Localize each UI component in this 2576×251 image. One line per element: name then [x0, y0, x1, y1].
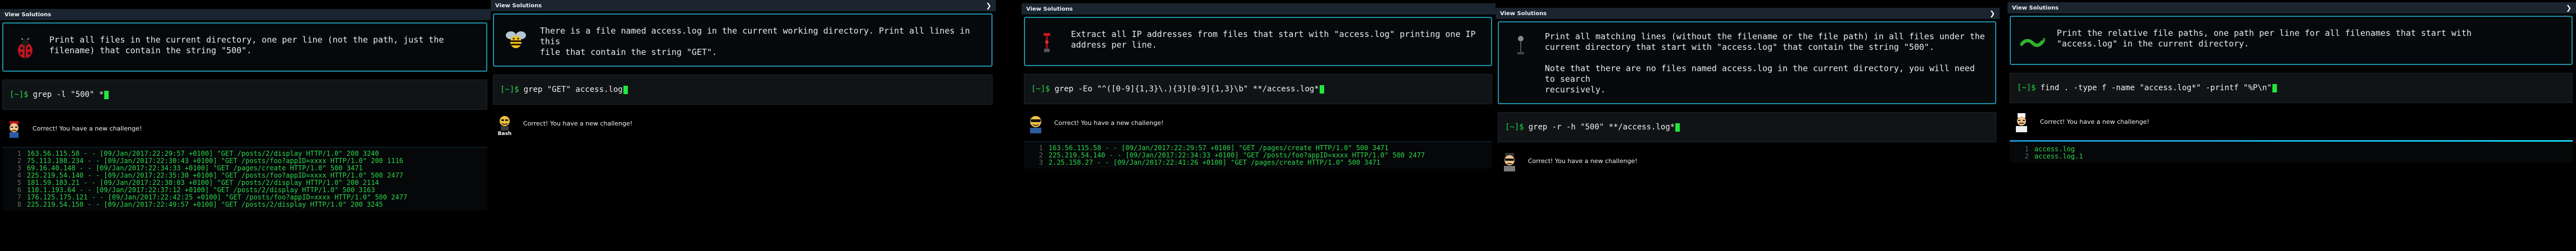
- output-terminal: 1 163.56.115.58 - - [09/Jan/2017:22:29:57…: [1024, 141, 1492, 169]
- feedback-message: Correct! You have a new challenge!: [523, 120, 633, 127]
- task-description: Print all files in the current directory…: [49, 35, 444, 55]
- feedback-row: Correct! You have a new challenge!: [1026, 114, 1496, 137]
- task-card: There is a file named access.log in the …: [493, 13, 993, 67]
- task-description: Print the relative file paths, one path …: [2057, 28, 2472, 49]
- command-input[interactable]: [~]$ grep -Eo "^([0-9]{1,3}\.){3}[0-9]{1…: [1024, 74, 1492, 104]
- challenge-panel-3: View Solutions Extract all IP addresses …: [1022, 3, 1496, 251]
- task-card: Extract all IP addresses from files that…: [1024, 17, 1492, 66]
- text-cursor: [1319, 85, 1324, 94]
- task-description: Extract all IP addresses from files that…: [1071, 29, 1476, 50]
- challenge-panel-1: View Solutions Print all files in the cu…: [0, 9, 491, 251]
- command-text: grep -r -h "500" **/access.log*: [1528, 123, 1675, 132]
- view-solutions-link[interactable]: View Solutions: [495, 3, 542, 9]
- feedback-message: Correct! You have a new challenge!: [2040, 118, 2150, 125]
- command-text: grep -l "500" *: [32, 90, 104, 99]
- green-snake-icon: [2019, 28, 2047, 56]
- text-cursor: [623, 85, 628, 94]
- feedback-row: Correct! You have a new challenge!: [4, 120, 491, 142]
- command-text: grep -Eo "^([0-9]{1,3}\.){3}[0-9]{1,3}\b…: [1054, 85, 1319, 94]
- view-solutions-link[interactable]: View Solutions: [2012, 5, 2058, 11]
- chevron-right-icon[interactable]: ❯: [986, 2, 991, 10]
- task-card: Print the relative file paths, one path …: [2010, 16, 2573, 65]
- task-card: Print all files in the current directory…: [2, 22, 487, 72]
- feedback-message: Correct! You have a new challenge!: [1528, 157, 1638, 165]
- progress-bar: [2010, 140, 2573, 142]
- view-solutions-link[interactable]: View Solutions: [4, 12, 51, 18]
- feedback-row: Correct! You have a new challenge!: [1500, 152, 2000, 175]
- output-terminal: 1 163.56.115.58 - - [09/Jan/2017:22:29:57…: [2, 147, 487, 211]
- task-description: Print all matching lines (without the fi…: [1545, 31, 1985, 95]
- challenge-panel-4: View Solutions ❯ Print all matching line…: [1496, 8, 2000, 251]
- command-input[interactable]: [~]$ grep -r -h "500" **/access.log*: [1498, 112, 1996, 142]
- text-cursor: [2272, 83, 2277, 92]
- bee-icon: [502, 26, 530, 54]
- view-solutions-link[interactable]: View Solutions: [1500, 11, 1546, 17]
- feedback-message: Correct! You have a new challenge!: [1054, 119, 1164, 127]
- mascot-avatar: [1500, 152, 1519, 175]
- panel-titlebar: View Solutions: [1022, 3, 1496, 15]
- mascot-avatar: [1026, 114, 1045, 137]
- mascot-avatar: Bash: [495, 115, 514, 137]
- output-row: 1 access.log: [2024, 145, 2075, 153]
- challenge-panel-2: View Solutions ❯ There is a file named a…: [491, 0, 996, 251]
- output-row: 8 225.219.54.158 - - [09/Jan/2017:22:49:5…: [17, 201, 383, 208]
- shell-prompt: [~]$: [1031, 85, 1050, 94]
- command-input[interactable]: [~]$ find . -type f -name "access.log*" …: [2010, 73, 2573, 103]
- ladybug-icon: [11, 35, 39, 63]
- panel-titlebar: View Solutions ❯: [1496, 8, 2000, 19]
- feedback-message: Correct! You have a new challenge!: [32, 125, 142, 132]
- command-input[interactable]: [~]$ grep "GET" access.log: [493, 75, 993, 105]
- command-input[interactable]: [~]$ grep -l "500" *: [2, 80, 487, 110]
- shell-prompt: [~]$: [1505, 123, 1524, 132]
- feedback-row: Bash Correct! You have a new challenge!: [495, 115, 996, 137]
- shell-prompt: [~]$: [2017, 83, 2036, 92]
- mascot-avatar: [4, 120, 24, 142]
- output-row: 2 access.log.1: [2024, 152, 2083, 160]
- view-solutions-link[interactable]: View Solutions: [1026, 6, 1073, 12]
- mascot-avatar: [2012, 113, 2031, 136]
- feedback-row: Correct! You have a new challenge!: [2012, 113, 2576, 136]
- robot-arm-icon: [1033, 29, 1061, 57]
- shell-prompt: [~]$: [10, 90, 29, 99]
- command-text: find . -type f -name "access.log*" -prin…: [2040, 83, 2272, 92]
- panel-titlebar: View Solutions ❯: [2007, 2, 2576, 13]
- shell-prompt: [~]$: [500, 85, 519, 94]
- chevron-right-icon[interactable]: ❯: [1990, 10, 1995, 17]
- panel-titlebar: View Solutions ❯: [491, 0, 996, 11]
- panel-titlebar: View Solutions: [0, 9, 491, 20]
- text-cursor: [1675, 123, 1680, 132]
- mascot-name: Bash: [497, 131, 512, 137]
- output-row: 3 2.25.158.27 - - [09/Jan/2017:22:41:26 +…: [1038, 159, 1381, 166]
- lamp-icon: [1507, 31, 1535, 59]
- task-description: There is a file named access.log in the …: [540, 26, 970, 57]
- output-terminal: 1 access.log 2 access.log.1: [2010, 140, 2573, 162]
- text-cursor: [104, 90, 109, 99]
- task-card: Print all matching lines (without the fi…: [1498, 21, 1996, 104]
- challenge-panel-5: View Solutions ❯ Print the relative file…: [2007, 2, 2576, 251]
- chevron-right-icon[interactable]: ❯: [2566, 4, 2572, 12]
- command-text: grep "GET" access.log: [523, 85, 623, 94]
